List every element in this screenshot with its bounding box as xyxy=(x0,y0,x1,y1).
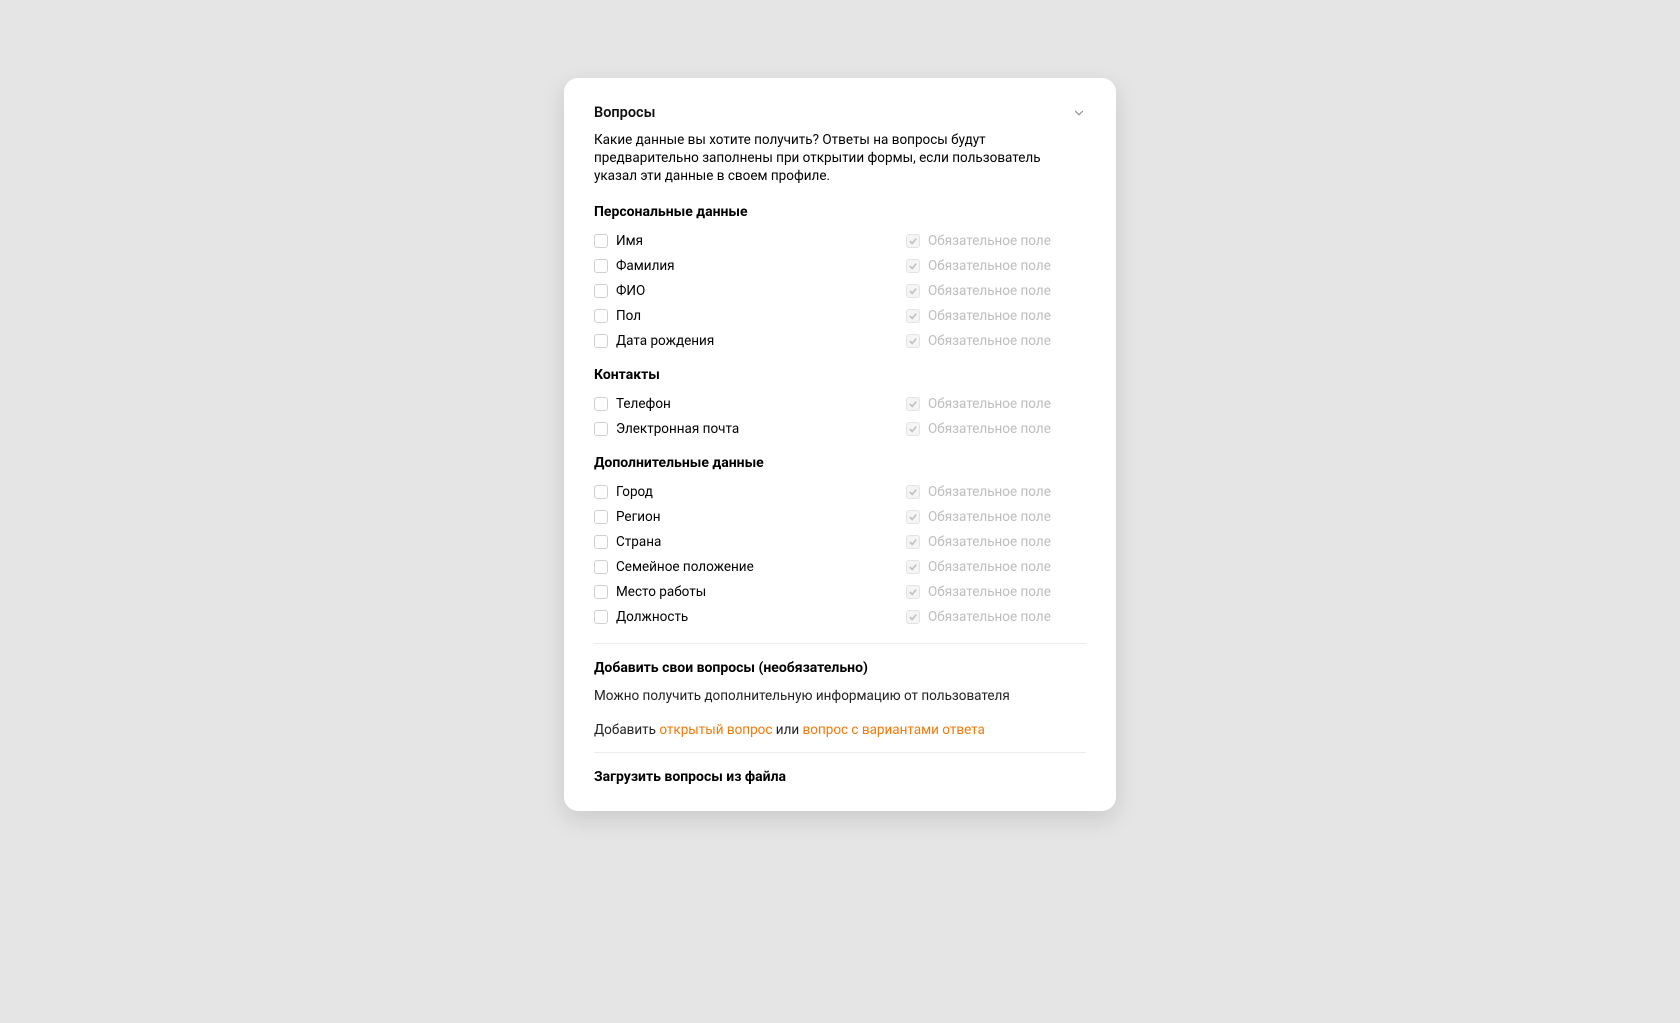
separator xyxy=(594,643,1086,644)
row-email: Электронная почта Обязательное поле xyxy=(594,417,1086,441)
label-workplace: Место работы xyxy=(616,584,706,600)
checkbox-country[interactable] xyxy=(594,535,608,549)
required-label: Обязательное поле xyxy=(928,233,1051,249)
row-region: Регион Обязательное поле xyxy=(594,505,1086,529)
group-title-additional: Дополнительные данные xyxy=(594,455,1086,471)
label-phone: Телефон xyxy=(616,396,671,412)
group-title-contacts: Контакты xyxy=(594,367,1086,383)
row-city: Город Обязательное поле xyxy=(594,480,1086,504)
checkbox-required-gender xyxy=(906,309,920,323)
card-header: Вопросы xyxy=(594,104,1086,121)
checkbox-required-fullname xyxy=(906,284,920,298)
checkbox-required-marital xyxy=(906,560,920,574)
label-city: Город xyxy=(616,484,653,500)
required-label: Обязательное поле xyxy=(928,509,1051,525)
row-lastname: Фамилия Обязательное поле xyxy=(594,254,1086,278)
label-email: Электронная почта xyxy=(616,421,739,437)
row-birthdate: Дата рождения Обязательное поле xyxy=(594,329,1086,353)
checkbox-required-position xyxy=(906,610,920,624)
checkbox-lastname[interactable] xyxy=(594,259,608,273)
separator xyxy=(594,752,1086,753)
add-prefix: Добавить xyxy=(594,722,659,738)
checkbox-phone[interactable] xyxy=(594,397,608,411)
required-label: Обязательное поле xyxy=(928,484,1051,500)
label-fullname: ФИО xyxy=(616,283,645,299)
row-workplace: Место работы Обязательное поле xyxy=(594,580,1086,604)
required-label: Обязательное поле xyxy=(928,534,1051,550)
variant-question-link[interactable]: вопрос с вариантами ответа xyxy=(803,722,985,738)
label-marital: Семейное положение xyxy=(616,559,754,575)
row-gender: Пол Обязательное поле xyxy=(594,304,1086,328)
questions-card: Вопросы Какие данные вы хотите получить?… xyxy=(564,78,1116,811)
custom-questions-title: Добавить свои вопросы (необязательно) xyxy=(594,660,1086,676)
required-label: Обязательное поле xyxy=(928,584,1051,600)
row-marital: Семейное положение Обязательное поле xyxy=(594,555,1086,579)
label-gender: Пол xyxy=(616,308,641,324)
required-label: Обязательное поле xyxy=(928,559,1051,575)
required-label: Обязательное поле xyxy=(928,396,1051,412)
checkbox-birthdate[interactable] xyxy=(594,334,608,348)
label-region: Регион xyxy=(616,509,661,525)
checkbox-gender[interactable] xyxy=(594,309,608,323)
checkbox-required-lastname xyxy=(906,259,920,273)
checkbox-required-city xyxy=(906,485,920,499)
card-title: Вопросы xyxy=(594,104,655,121)
open-question-link[interactable]: открытый вопрос xyxy=(659,722,772,738)
required-label: Обязательное поле xyxy=(928,283,1051,299)
upload-from-file-title: Загрузить вопросы из файла xyxy=(594,769,1086,785)
checkbox-email[interactable] xyxy=(594,422,608,436)
label-country: Страна xyxy=(616,534,661,550)
row-country: Страна Обязательное поле xyxy=(594,530,1086,554)
label-firstname: Имя xyxy=(616,233,643,249)
personal-fields: Имя Обязательное поле Фамилия Обязательн… xyxy=(594,229,1086,353)
checkbox-required-workplace xyxy=(906,585,920,599)
chevron-down-icon[interactable] xyxy=(1072,106,1086,120)
required-label: Обязательное поле xyxy=(928,308,1051,324)
checkbox-required-firstname xyxy=(906,234,920,248)
checkbox-fullname[interactable] xyxy=(594,284,608,298)
label-lastname: Фамилия xyxy=(616,258,675,274)
required-label: Обязательное поле xyxy=(928,421,1051,437)
row-fullname: ФИО Обязательное поле xyxy=(594,279,1086,303)
row-position: Должность Обязательное поле xyxy=(594,605,1086,629)
label-birthdate: Дата рождения xyxy=(616,333,714,349)
checkbox-firstname[interactable] xyxy=(594,234,608,248)
group-title-personal: Персональные данные xyxy=(594,204,1086,220)
required-label: Обязательное поле xyxy=(928,609,1051,625)
add-question-line: Добавить открытый вопрос или вопрос с ва… xyxy=(594,722,1086,738)
checkbox-required-country xyxy=(906,535,920,549)
contacts-fields: Телефон Обязательное поле Электронная по… xyxy=(594,392,1086,441)
add-or: или xyxy=(772,722,802,738)
checkbox-workplace[interactable] xyxy=(594,585,608,599)
checkbox-required-email xyxy=(906,422,920,436)
required-label: Обязательное поле xyxy=(928,258,1051,274)
checkbox-position[interactable] xyxy=(594,610,608,624)
label-position: Должность xyxy=(616,609,688,625)
checkbox-required-region xyxy=(906,510,920,524)
card-description: Какие данные вы хотите получить? Ответы … xyxy=(594,131,1086,186)
custom-questions-description: Можно получить дополнительную информацию… xyxy=(594,688,1086,704)
required-label: Обязательное поле xyxy=(928,333,1051,349)
checkbox-marital[interactable] xyxy=(594,560,608,574)
checkbox-required-birthdate xyxy=(906,334,920,348)
row-phone: Телефон Обязательное поле xyxy=(594,392,1086,416)
row-firstname: Имя Обязательное поле xyxy=(594,229,1086,253)
checkbox-required-phone xyxy=(906,397,920,411)
checkbox-region[interactable] xyxy=(594,510,608,524)
additional-fields: Город Обязательное поле Регион Обязатель… xyxy=(594,480,1086,629)
checkbox-city[interactable] xyxy=(594,485,608,499)
